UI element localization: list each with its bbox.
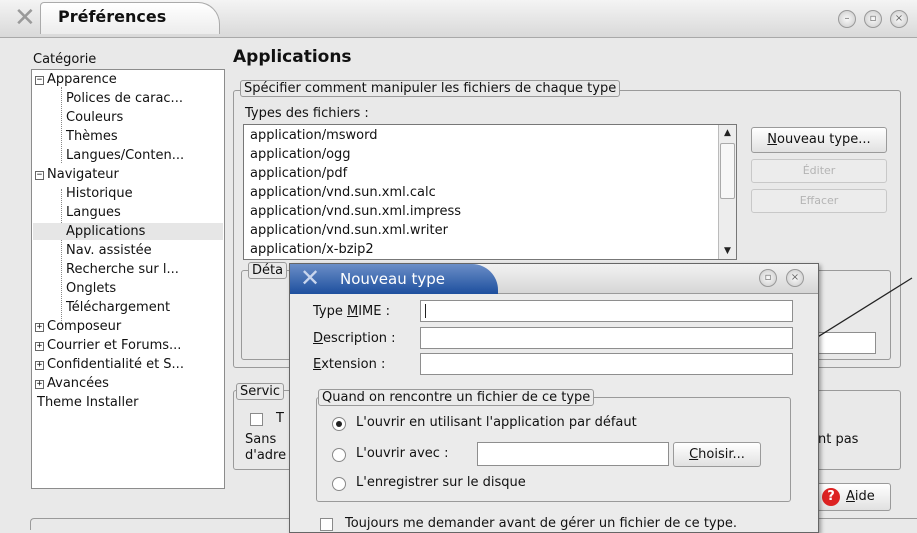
window-title-bar: ✕ Préférences – ▫ × xyxy=(0,0,917,38)
details-group-title: Déta xyxy=(248,262,288,279)
close-icon[interactable]: × xyxy=(890,10,908,28)
help-icon: ? xyxy=(822,487,840,506)
tree-item-courrier[interactable]: + Courrier et Forums... xyxy=(35,337,181,354)
tree-item-telechargement[interactable]: Téléchargement xyxy=(66,299,170,316)
tree-item-onglets[interactable]: Onglets xyxy=(66,280,116,297)
radio-open-default[interactable] xyxy=(332,417,346,431)
expand-icon[interactable]: + xyxy=(35,380,44,389)
tree-item-composeur[interactable]: + Composeur xyxy=(35,318,121,335)
always-ask-checkbox[interactable] xyxy=(320,518,333,531)
app-logo-icon: ✕ xyxy=(14,3,36,33)
tree-item-historique[interactable]: Historique xyxy=(66,185,133,202)
radio-save-disk-label[interactable]: L'enregistrer sur le disque xyxy=(356,475,526,490)
list-item[interactable]: application/x-bzip2 xyxy=(250,242,374,257)
list-item[interactable]: application/vnd.sun.xml.impress xyxy=(250,204,461,219)
services-text: Sans xyxy=(245,432,277,447)
mime-label: Type MIME : xyxy=(313,304,390,319)
window-title: Préférences xyxy=(58,7,167,26)
always-ask-label[interactable]: Toujours me demander avant de gérer un f… xyxy=(345,516,737,531)
extension-label: Extension : xyxy=(313,357,386,372)
file-types-group-title: Spécifier comment manipuler les fichiers… xyxy=(240,80,621,97)
tree-item-avancees[interactable]: + Avancées xyxy=(35,375,109,392)
remove-button[interactable]: Effacer xyxy=(751,189,887,213)
tree-connector xyxy=(61,189,62,323)
list-item[interactable]: application/vnd.sun.xml.calc xyxy=(250,185,436,200)
choose-button[interactable]: Choisir... xyxy=(673,442,761,467)
tree-item-navigateur[interactable]: − Navigateur xyxy=(35,166,119,183)
radio-save-disk[interactable] xyxy=(332,477,346,491)
tree-item-nav-assistee[interactable]: Nav. assistée xyxy=(66,242,152,259)
radio-open-with-label[interactable]: L'ouvrir avec : xyxy=(356,446,448,461)
minimize-icon[interactable]: – xyxy=(838,10,856,28)
help-button[interactable]: ? Aide xyxy=(815,483,891,511)
description-label: Description : xyxy=(313,331,396,346)
open-with-input[interactable] xyxy=(477,442,669,466)
page-title: Applications xyxy=(233,47,352,67)
expand-icon[interactable]: + xyxy=(35,361,44,370)
scroll-down-icon[interactable]: ▼ xyxy=(719,243,736,259)
mime-input[interactable] xyxy=(420,300,793,322)
tree-item-recherche[interactable]: Recherche sur l... xyxy=(66,261,179,278)
tree-item-applications[interactable]: Applications xyxy=(33,223,223,240)
category-label: Catégorie xyxy=(33,52,97,67)
tree-item-themes[interactable]: Thèmes xyxy=(66,128,118,145)
services-checkbox-label: T xyxy=(276,411,284,426)
new-type-dialog: ✕ Nouveau type ▫ × Type MIME : Descripti… xyxy=(289,263,819,533)
collapse-icon[interactable]: − xyxy=(35,171,44,180)
edit-button[interactable]: Éditer xyxy=(751,159,887,183)
services-text: d'adre xyxy=(245,448,287,463)
services-checkbox[interactable] xyxy=(250,413,263,426)
category-tree[interactable]: − Apparence Polices de carac... Couleurs … xyxy=(31,69,225,489)
new-type-button[interactable]: Nouveau type... xyxy=(751,127,887,153)
list-item[interactable]: application/msword xyxy=(250,128,377,143)
file-types-label: Types des fichiers : xyxy=(245,106,369,121)
text-cursor xyxy=(425,304,426,318)
file-types-list[interactable]: application/msword application/ogg appli… xyxy=(243,124,737,260)
dialog-close-icon[interactable]: × xyxy=(786,269,804,287)
dialog-maximize-icon[interactable]: ▫ xyxy=(759,269,777,287)
collapse-icon[interactable]: − xyxy=(35,76,44,85)
list-scrollbar[interactable]: ▲ ▼ xyxy=(718,125,736,259)
dialog-title-bar: ✕ Nouveau type ▫ × xyxy=(290,264,818,294)
description-input[interactable] xyxy=(420,327,793,349)
list-item[interactable]: application/ogg xyxy=(250,147,351,162)
maximize-icon[interactable]: ▫ xyxy=(864,10,882,28)
tree-connector xyxy=(61,87,62,163)
dialog-title: Nouveau type xyxy=(340,270,445,288)
dialog-logo-icon: ✕ xyxy=(300,264,321,292)
services-group-title: Servic xyxy=(236,383,285,400)
tree-item-langues-contenu[interactable]: Langues/Conten... xyxy=(66,147,184,164)
radio-open-with[interactable] xyxy=(332,448,346,462)
list-item[interactable]: application/vnd.sun.xml.writer xyxy=(250,223,448,238)
tree-item-confidentialite[interactable]: + Confidentialité et S... xyxy=(35,356,184,373)
tree-item-langues[interactable]: Langues xyxy=(66,204,121,221)
tree-item-apparence[interactable]: − Apparence xyxy=(35,71,117,88)
tree-item-theme-installer[interactable]: Theme Installer xyxy=(37,394,138,411)
extension-input[interactable] xyxy=(420,353,793,375)
scroll-up-icon[interactable]: ▲ xyxy=(719,125,736,141)
action-group-title: Quand on rencontre un fichier de ce type xyxy=(318,389,595,406)
expand-icon[interactable]: + xyxy=(35,342,44,351)
list-item[interactable]: application/pdf xyxy=(250,166,347,181)
scroll-thumb[interactable] xyxy=(720,143,735,199)
tree-item-couleurs[interactable]: Couleurs xyxy=(66,109,123,126)
tree-item-polices[interactable]: Polices de carac... xyxy=(66,90,183,107)
expand-icon[interactable]: + xyxy=(35,323,44,332)
radio-open-default-label[interactable]: L'ouvrir en utilisant l'application par … xyxy=(356,415,637,430)
